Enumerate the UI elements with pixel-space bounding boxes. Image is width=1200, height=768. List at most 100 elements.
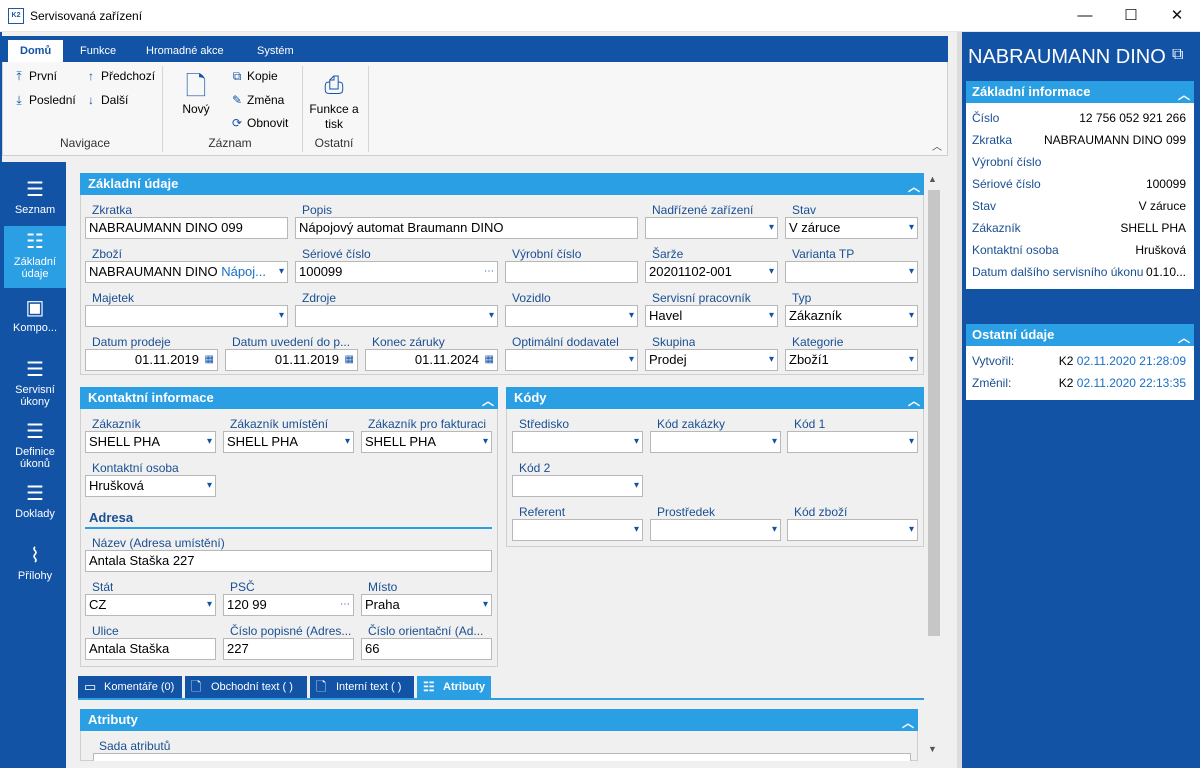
last-button[interactable]: ⤓ Poslední xyxy=(12,93,75,108)
tab-funkce[interactable]: Funkce xyxy=(68,40,128,62)
calendar-icon[interactable]: ▦ xyxy=(345,350,354,370)
dropdown-icon[interactable]: ▾ xyxy=(772,520,777,540)
dropdown-icon[interactable]: ▾ xyxy=(629,306,634,326)
right-basic-header[interactable]: Základní informace ︿ xyxy=(966,81,1194,103)
varianta-select[interactable]: ▾ xyxy=(785,261,918,283)
scroll-up-icon[interactable]: ▲ xyxy=(928,174,937,184)
nav-zakladni-udaje[interactable]: ☷ Základní údaje xyxy=(4,226,66,288)
new-button[interactable]: 🗋 Nový xyxy=(176,70,216,116)
close-button[interactable]: ✕ xyxy=(1154,0,1200,31)
section-atributy-header[interactable]: Atributy ︿ xyxy=(80,709,918,731)
psc-field[interactable]: 120 99 ⋯ xyxy=(223,594,354,616)
dropdown-icon[interactable]: ▾ xyxy=(279,262,284,282)
tab-komentare[interactable]: ▭ Komentáře (0) xyxy=(78,676,182,698)
seriove-field[interactable]: 100099 ⋯ xyxy=(295,261,498,283)
calendar-icon[interactable]: ▦ xyxy=(205,350,214,370)
kod1-select[interactable]: ▾ xyxy=(787,431,918,453)
dropdown-icon[interactable]: ▾ xyxy=(483,595,488,615)
ribbon-collapse-icon[interactable]: ︿ xyxy=(932,138,942,153)
datum-prodeje-field[interactable]: 01.11.2019 ▦ xyxy=(85,349,218,371)
zakaznik-select[interactable]: SHELL PHA ▾ xyxy=(85,431,216,453)
tab-obchodni-text[interactable]: 🗋 Obchodní text ( ) xyxy=(185,676,307,698)
skupina-select[interactable]: Prodej ▾ xyxy=(645,349,778,371)
nav-seznam[interactable]: ☰ Seznam xyxy=(4,172,66,226)
kod-zakazky-select[interactable]: ▾ xyxy=(650,431,781,453)
sada-atributu-field[interactable] xyxy=(93,753,911,761)
nav-komponenty[interactable]: ▣ Kompo... xyxy=(4,290,66,352)
dropdown-icon[interactable]: ▾ xyxy=(909,306,914,326)
refresh-button[interactable]: ⟳ Obnovit xyxy=(230,116,288,130)
section-kontakt-header[interactable]: Kontaktní informace ︿ xyxy=(80,387,498,409)
open-external-icon[interactable]: ⧉ xyxy=(1172,46,1183,64)
change-button[interactable]: ✎ Změna xyxy=(230,93,284,107)
kod-zbozi-select[interactable]: ▾ xyxy=(787,519,918,541)
vozidlo-select[interactable]: ▾ xyxy=(505,305,638,327)
zakaznik-umisteni-select[interactable]: SHELL PHA ▾ xyxy=(223,431,354,453)
dropdown-icon[interactable]: ▾ xyxy=(909,350,914,370)
sarze-select[interactable]: 20201102-001 ▾ xyxy=(645,261,778,283)
nadrizene-select[interactable]: ▾ xyxy=(645,217,778,239)
popis-field[interactable]: Nápojový automat Braumann DINO xyxy=(295,217,638,239)
first-button[interactable]: ⤒ První xyxy=(12,69,57,84)
referent-select[interactable]: ▾ xyxy=(512,519,643,541)
zdroje-select[interactable]: ▾ xyxy=(295,305,498,327)
dropdown-icon[interactable]: ▾ xyxy=(629,350,634,370)
stav-select[interactable]: V záruce ▾ xyxy=(785,217,918,239)
dropdown-icon[interactable]: ▾ xyxy=(769,306,774,326)
nazev-field[interactable]: Antala Staška 227 xyxy=(85,550,492,572)
dropdown-icon[interactable]: ▾ xyxy=(772,432,777,452)
dropdown-icon[interactable]: ▾ xyxy=(345,432,350,452)
dropdown-icon[interactable]: ▾ xyxy=(207,595,212,615)
dropdown-icon[interactable]: ▾ xyxy=(489,306,494,326)
dropdown-icon[interactable]: ▾ xyxy=(634,476,639,496)
right-other-header[interactable]: Ostatní údaje ︿ xyxy=(966,324,1194,346)
dropdown-icon[interactable]: ▾ xyxy=(909,262,914,282)
stat-select[interactable]: CZ ▾ xyxy=(85,594,216,616)
scroll-down-icon[interactable]: ▼ xyxy=(928,744,937,754)
tab-hromadne-akce[interactable]: Hromadné akce xyxy=(134,40,236,62)
kategorie-select[interactable]: Zboží1 ▾ xyxy=(785,349,918,371)
zbozi-select[interactable]: NABRAUMANN DINO Nápoj... ▾ xyxy=(85,261,288,283)
section-zakladni-udaje-header[interactable]: Základní údaje ︿ xyxy=(80,173,924,195)
cislo-orientacni-field[interactable]: 66 xyxy=(361,638,492,660)
nav-definice-ukonu[interactable]: ☰ Definice úkonů xyxy=(4,414,66,476)
copy-button[interactable]: ⧉ Kopie xyxy=(230,69,278,84)
vyrobni-field[interactable] xyxy=(505,261,638,283)
stredisko-select[interactable]: ▾ xyxy=(512,431,643,453)
tab-interni-text[interactable]: 🗋 Interní text ( ) xyxy=(310,676,414,698)
misto-select[interactable]: Praha ▾ xyxy=(361,594,492,616)
dropdown-icon[interactable]: ▾ xyxy=(769,262,774,282)
next-button[interactable]: ↓ Další xyxy=(84,93,128,107)
dropdown-icon[interactable]: ▾ xyxy=(909,432,914,452)
dropdown-icon[interactable]: ▾ xyxy=(769,218,774,238)
tab-system[interactable]: Systém xyxy=(245,40,306,62)
dropdown-icon[interactable]: ▾ xyxy=(634,432,639,452)
dropdown-icon[interactable]: ▾ xyxy=(207,432,212,452)
ellipsis-icon[interactable]: ⋯ xyxy=(484,262,494,282)
typ-select[interactable]: Zákazník ▾ xyxy=(785,305,918,327)
calendar-icon[interactable]: ▦ xyxy=(485,350,494,370)
kontaktni-osoba-select[interactable]: Hrušková ▾ xyxy=(85,475,216,497)
ulice-field[interactable]: Antala Staška xyxy=(85,638,216,660)
nav-doklady[interactable]: ☰ Doklady xyxy=(4,476,66,538)
tab-domu[interactable]: Domů xyxy=(8,40,64,62)
dropdown-icon[interactable]: ▾ xyxy=(634,520,639,540)
minimize-button[interactable]: — xyxy=(1062,0,1108,31)
pracovnik-select[interactable]: Havel ▾ xyxy=(645,305,778,327)
dropdown-icon[interactable]: ▾ xyxy=(769,350,774,370)
maximize-button[interactable]: ☐ xyxy=(1108,0,1154,31)
datum-uvedeni-field[interactable]: 01.11.2019 ▦ xyxy=(225,349,358,371)
dropdown-icon[interactable]: ▾ xyxy=(207,476,212,496)
zkratka-field[interactable]: NABRAUMANN DINO 099 xyxy=(85,217,288,239)
dropdown-icon[interactable]: ▾ xyxy=(279,306,284,326)
ellipsis-icon[interactable]: ⋯ xyxy=(340,595,350,615)
kod2-select[interactable]: ▾ xyxy=(512,475,643,497)
majetek-select[interactable]: ▾ xyxy=(85,305,288,327)
prev-button[interactable]: ↑ Předchozí xyxy=(84,69,155,83)
dodavatel-select[interactable]: ▾ xyxy=(505,349,638,371)
konec-zaruky-field[interactable]: 01.11.2024 ▦ xyxy=(365,349,498,371)
dropdown-icon[interactable]: ▾ xyxy=(909,520,914,540)
created-date-link[interactable]: 02.11.2020 21:28:09 xyxy=(1077,354,1186,368)
dropdown-icon[interactable]: ▾ xyxy=(483,432,488,452)
scrollbar-thumb[interactable] xyxy=(928,190,940,636)
